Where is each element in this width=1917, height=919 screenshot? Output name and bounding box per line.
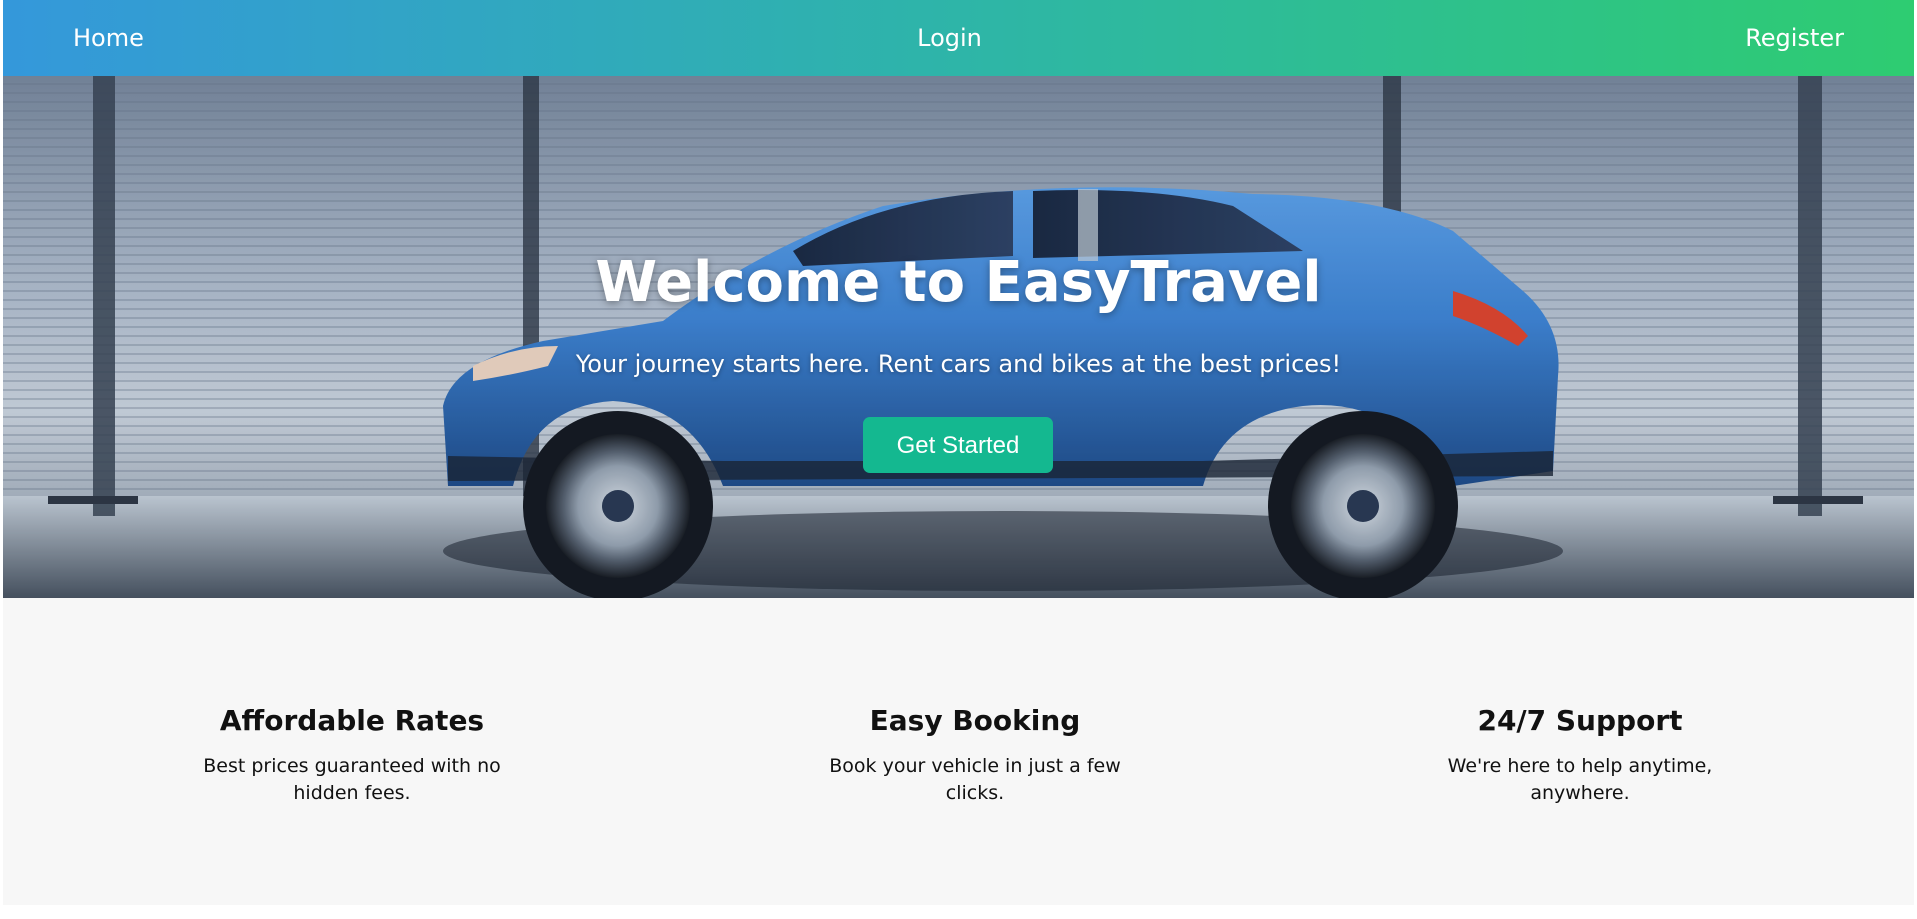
feature-title: 24/7 Support [1477, 704, 1683, 737]
feature-text: Best prices guaranteed with no hidden fe… [203, 755, 501, 804]
hero-title: Welcome to EasyTravel [595, 250, 1322, 315]
feature-text: We're here to help anytime, anywhere. [1447, 755, 1713, 804]
features-section: Affordable Rates Best prices guaranteed … [3, 598, 1914, 905]
feature-title: Easy Booking [869, 704, 1081, 737]
nav-register-link[interactable]: Register [1745, 22, 1844, 54]
feature-easy-booking: Easy Booking Book your vehicle in just a… [785, 703, 1165, 807]
hero-subtitle: Your journey starts here. Rent cars and … [575, 350, 1342, 378]
feature-title: Affordable Rates [219, 704, 485, 737]
navbar: Home Login Register [3, 0, 1914, 76]
hero-content: Welcome to EasyTravel Your journey start… [3, 76, 1914, 598]
feature-support: 24/7 Support We're here to help anytime,… [1390, 703, 1770, 807]
feature-text: Book your vehicle in just a few clicks. [829, 755, 1121, 804]
nav-login-link[interactable]: Login [3, 22, 1896, 54]
feature-affordable-rates: Affordable Rates Best prices guaranteed … [162, 703, 542, 807]
hero-section: Welcome to EasyTravel Your journey start… [3, 76, 1914, 598]
page: Home Login Register Welcome to EasyTrave… [3, 0, 1914, 905]
get-started-button[interactable]: Get Started [863, 417, 1053, 473]
